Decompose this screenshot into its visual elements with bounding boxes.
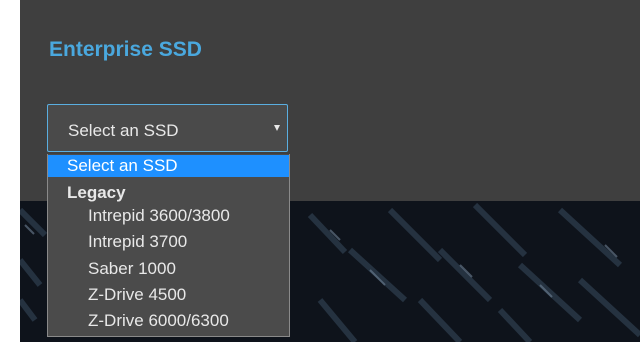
page: Enterprise SSD Select an SSD Select an S…: [0, 0, 640, 342]
option-saber-1000[interactable]: Saber 1000: [48, 258, 289, 280]
caret-down-icon: [274, 125, 280, 131]
ssd-select-value: Select an SSD: [68, 121, 179, 140]
option-select-an-ssd[interactable]: Select an SSD: [48, 155, 289, 177]
option-intrepid-3700[interactable]: Intrepid 3700: [48, 231, 289, 253]
ssd-select[interactable]: Select an SSD: [47, 104, 288, 152]
optgroup-legacy: Legacy: [67, 183, 126, 202]
ssd-dropdown-list: Select an SSD Legacy Intrepid 3600/3800 …: [47, 154, 290, 337]
option-z-drive-4500[interactable]: Z-Drive 4500: [48, 284, 289, 306]
page-title: Enterprise SSD: [49, 38, 202, 61]
background-image: Enterprise SSD Select an SSD Select an S…: [20, 0, 640, 342]
option-z-drive-6000-6300[interactable]: Z-Drive 6000/6300: [48, 310, 289, 332]
option-intrepid-3600-3800[interactable]: Intrepid 3600/3800: [48, 205, 289, 227]
